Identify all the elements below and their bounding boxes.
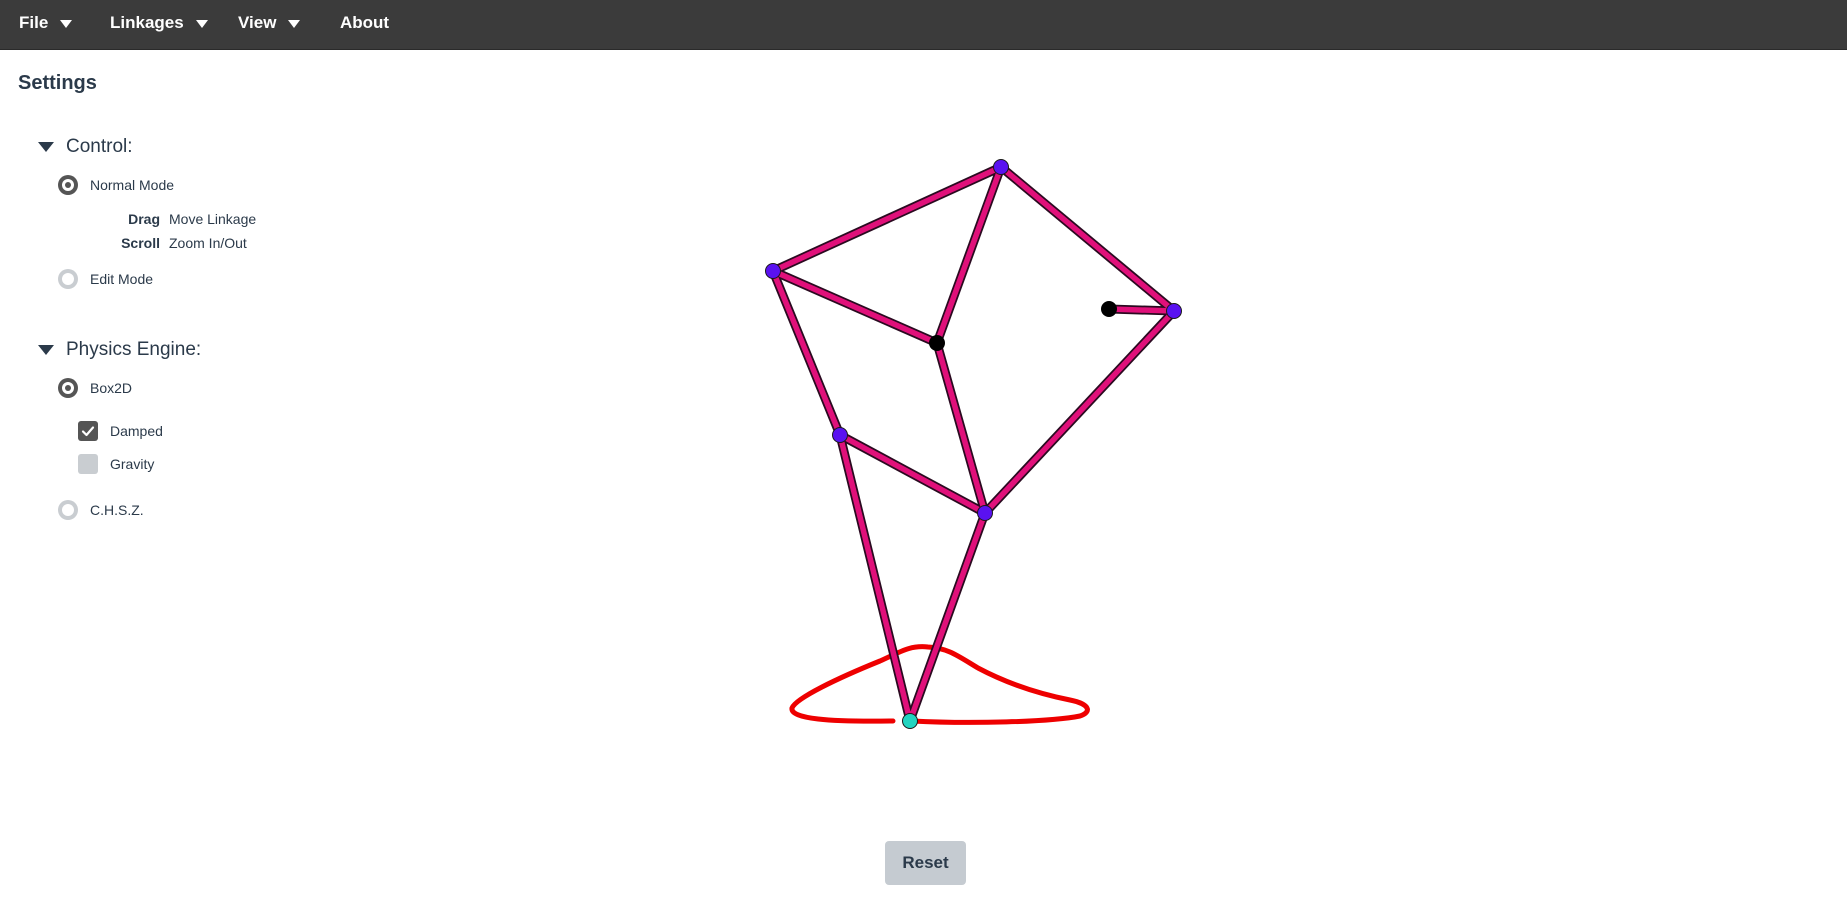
- linkage-bar-fill: [837, 432, 913, 724]
- reset-button[interactable]: Reset: [885, 841, 966, 885]
- tracer-joint[interactable]: [902, 713, 918, 729]
- joint-fixed[interactable]: [1101, 301, 1117, 317]
- joint-free[interactable]: [977, 505, 993, 521]
- joint-free[interactable]: [832, 427, 848, 443]
- linkage-bar-fill: [1106, 306, 1177, 314]
- linkage-bar-fill: [907, 510, 988, 724]
- trace-path: [789, 644, 1090, 725]
- linkage-canvas[interactable]: [0, 0, 1847, 916]
- linkage-bars: [768, 162, 1179, 726]
- joint-free[interactable]: [993, 159, 1009, 175]
- linkage-bar-fill: [998, 164, 1177, 314]
- joint-fixed[interactable]: [929, 335, 945, 351]
- joint-free[interactable]: [765, 263, 781, 279]
- joint-free[interactable]: [1166, 303, 1182, 319]
- linkage-bar-fill: [982, 308, 1177, 516]
